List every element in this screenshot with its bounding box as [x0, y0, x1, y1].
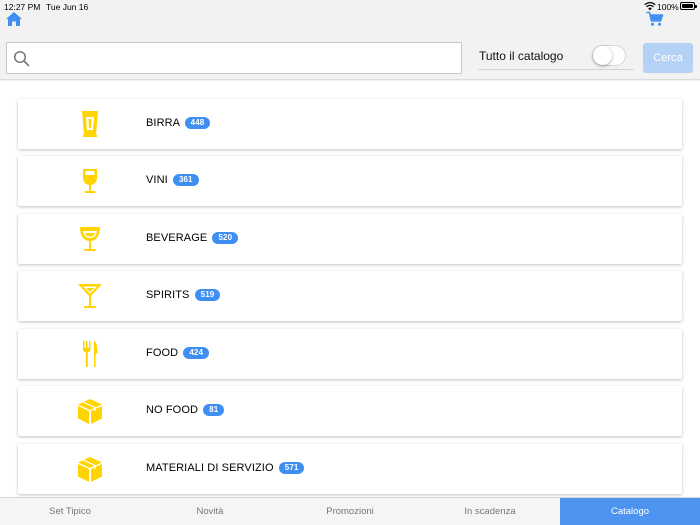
category-label: VINI [146, 174, 168, 186]
catalog-toggle[interactable] [592, 45, 626, 66]
search-button[interactable]: Cerca [643, 43, 693, 73]
wine-glass-icon [83, 169, 97, 193]
category-label: BEVERAGE [146, 232, 208, 244]
count-badge: 448 [184, 117, 211, 129]
status-date: Tue Jun 16 [46, 2, 89, 12]
count-badge: 361 [172, 174, 199, 186]
category-row-vini[interactable]: VINI 361 [18, 156, 682, 206]
category-label: MATERIALI DI SERVIZIO [146, 462, 274, 474]
battery-icon [680, 2, 697, 10]
category-row-spirits[interactable]: SPIRITS 519 [18, 271, 682, 321]
status-bar: 12:27 PM Tue Jun 16 100% [0, 0, 700, 14]
fork-knife-icon [83, 341, 98, 367]
tab-set-tipico[interactable]: Set Tipico [0, 498, 140, 525]
toggle-knob [593, 46, 612, 65]
tab-in-scadenza[interactable]: In scadenza [420, 498, 560, 525]
tab-novita[interactable]: Novità [140, 498, 280, 525]
count-badge: 520 [212, 232, 239, 244]
home-icon[interactable] [5, 11, 23, 27]
count-badge: 519 [194, 289, 221, 301]
category-label: SPIRITS [146, 289, 190, 301]
count-badge: 424 [183, 347, 209, 359]
category-row-beverage[interactable]: BEVERAGE 520 [18, 214, 682, 264]
wifi-icon [644, 1, 656, 11]
search-input[interactable] [37, 47, 457, 69]
goblet-icon [80, 227, 100, 251]
category-label: NO FOOD [146, 404, 199, 416]
search-icon [13, 50, 30, 67]
search-bar: Tutto il catalogo Cerca [0, 36, 700, 80]
cocktail-icon [78, 284, 102, 308]
category-list: BIRRA 448 VINI 361 BEVERAGE 520 SPIRITS [0, 81, 700, 497]
category-label: BIRRA [146, 117, 180, 129]
catalog-toggle-label: Tutto il catalogo [479, 49, 564, 63]
count-badge: 81 [203, 404, 225, 416]
cart-icon[interactable] [646, 11, 664, 27]
tab-promozioni[interactable]: Promozioni [280, 498, 420, 525]
search-field[interactable] [6, 42, 462, 74]
category-row-food[interactable]: FOOD 424 [18, 329, 682, 379]
divider [478, 69, 634, 70]
category-row-no-food[interactable]: NO FOOD 81 [18, 386, 682, 436]
beer-glass-icon [82, 111, 98, 137]
box-icon [78, 399, 102, 424]
bottom-tab-bar: Set Tipico Novità Promozioni In scadenza… [0, 497, 700, 525]
count-badge: 571 [278, 462, 305, 474]
category-label: FOOD [146, 347, 179, 359]
box-icon [78, 457, 102, 482]
category-row-materiali-di-servizio[interactable]: MATERIALI DI SERVIZIO 571 [18, 444, 682, 494]
category-row-birra[interactable]: BIRRA 448 [18, 99, 682, 149]
tab-catalogo[interactable]: Catalogo [560, 498, 700, 525]
